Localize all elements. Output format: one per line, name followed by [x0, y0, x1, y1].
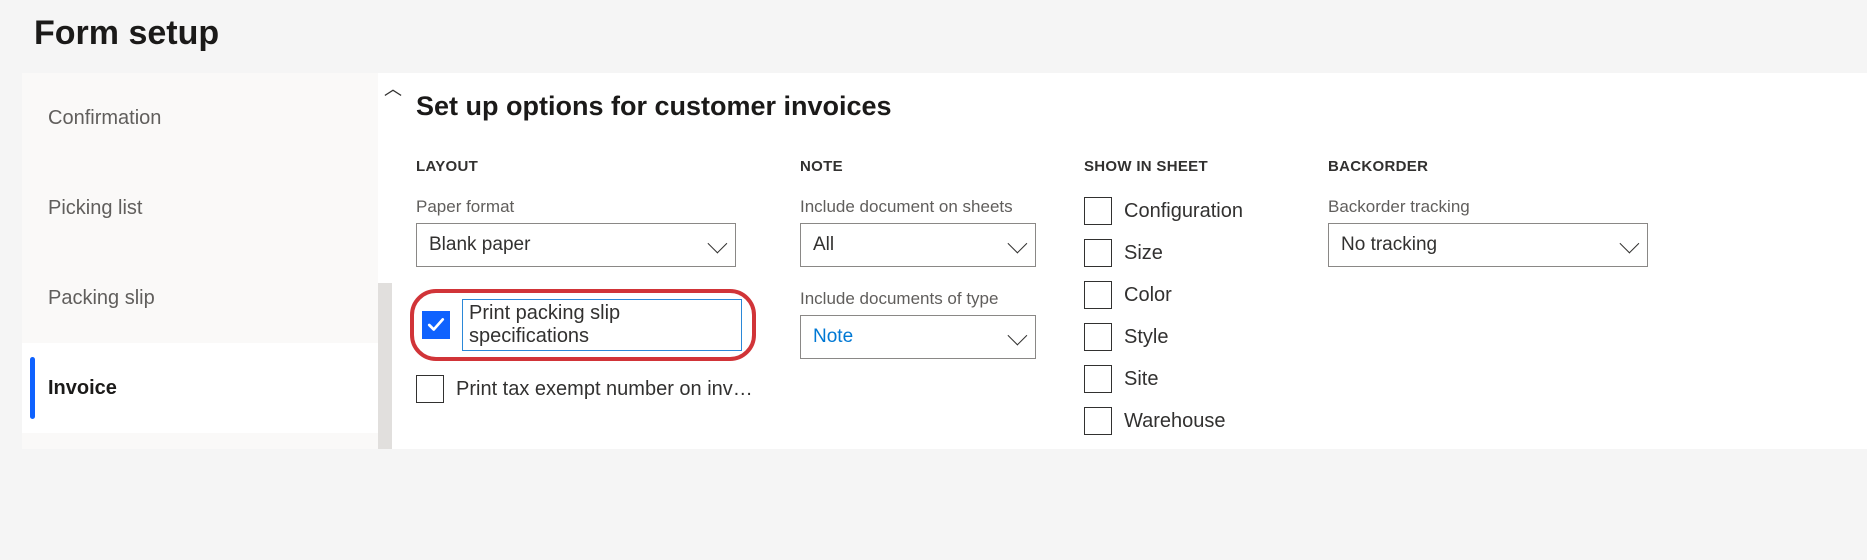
print-tax-exempt-checkbox[interactable] — [416, 375, 444, 403]
include-on-sheets-value: All — [813, 234, 834, 256]
show-style-checkbox[interactable] — [1084, 323, 1112, 351]
show-style-label: Style — [1124, 326, 1168, 349]
sidebar: Confirmation Picking list Packing slip I… — [22, 73, 378, 449]
main-panel: Set up options for customer invoices LAY… — [408, 73, 1867, 449]
show-size-label: Size — [1124, 242, 1163, 265]
include-on-sheets-label: Include document on sheets — [800, 197, 1040, 217]
content: Confirmation Picking list Packing slip I… — [0, 73, 1867, 449]
sidebar-item-confirmation[interactable]: Confirmation — [22, 73, 378, 163]
include-type-label: Include documents of type — [800, 289, 1040, 309]
paper-format-label: Paper format — [416, 197, 756, 217]
show-site-checkbox[interactable] — [1084, 365, 1112, 393]
chevron-down-icon — [1008, 326, 1028, 346]
show-size-checkbox[interactable] — [1084, 239, 1112, 267]
note-section: NOTE Include document on sheets All Incl… — [800, 158, 1040, 449]
layout-section-header: LAYOUT — [416, 158, 756, 175]
include-type-value: Note — [813, 326, 853, 348]
show-warehouse-label: Warehouse — [1124, 410, 1226, 433]
print-packing-slip-checkbox[interactable] — [422, 311, 450, 339]
columns: LAYOUT Paper format Blank paper Print pa… — [416, 158, 1843, 449]
backorder-tracking-value: No tracking — [1341, 234, 1437, 256]
backorder-tracking-label: Backorder tracking — [1328, 197, 1648, 217]
show-site-label: Site — [1124, 368, 1158, 391]
sidebar-item-label: Packing slip — [48, 287, 155, 310]
print-packing-slip-highlight: Print packing slip specifications — [410, 289, 756, 361]
layout-section: LAYOUT Paper format Blank paper Print pa… — [416, 158, 756, 449]
sidebar-collapse-gutter: ︿ — [378, 73, 408, 449]
include-type-select[interactable]: Note — [800, 315, 1036, 359]
show-color-checkbox[interactable] — [1084, 281, 1112, 309]
check-icon — [427, 316, 445, 334]
show-section: SHOW IN SHEET Configuration Size Color S… — [1084, 158, 1284, 449]
chevron-down-icon — [1620, 234, 1640, 254]
print-packing-slip-label: Print packing slip specifications — [462, 299, 742, 351]
note-section-header: NOTE — [800, 158, 1040, 175]
sidebar-item-picking-list[interactable]: Picking list — [22, 163, 378, 253]
backorder-section: BACKORDER Backorder tracking No tracking — [1328, 158, 1648, 449]
chevron-up-icon[interactable]: ︿ — [384, 75, 402, 101]
backorder-tracking-select[interactable]: No tracking — [1328, 223, 1648, 267]
backorder-section-header: BACKORDER — [1328, 158, 1648, 175]
scrollbar-track[interactable] — [378, 283, 392, 449]
sidebar-item-invoice[interactable]: Invoice — [22, 343, 378, 433]
show-configuration-label: Configuration — [1124, 200, 1243, 223]
paper-format-value: Blank paper — [429, 234, 530, 256]
show-section-header: SHOW IN SHEET — [1084, 158, 1284, 175]
page-title: Form setup — [0, 0, 1867, 73]
print-tax-exempt-label: Print tax exempt number on inv… — [456, 378, 753, 401]
chevron-down-icon — [708, 234, 728, 254]
include-on-sheets-select[interactable]: All — [800, 223, 1036, 267]
paper-format-select[interactable]: Blank paper — [416, 223, 736, 267]
show-warehouse-checkbox[interactable] — [1084, 407, 1112, 435]
sidebar-item-packing-slip[interactable]: Packing slip — [22, 253, 378, 343]
show-configuration-checkbox[interactable] — [1084, 197, 1112, 225]
sidebar-item-label: Picking list — [48, 197, 142, 220]
sidebar-item-label: Invoice — [48, 377, 117, 400]
sidebar-item-label: Confirmation — [48, 107, 161, 130]
show-color-label: Color — [1124, 284, 1172, 307]
main-heading: Set up options for customer invoices — [416, 91, 1843, 122]
chevron-down-icon — [1008, 234, 1028, 254]
